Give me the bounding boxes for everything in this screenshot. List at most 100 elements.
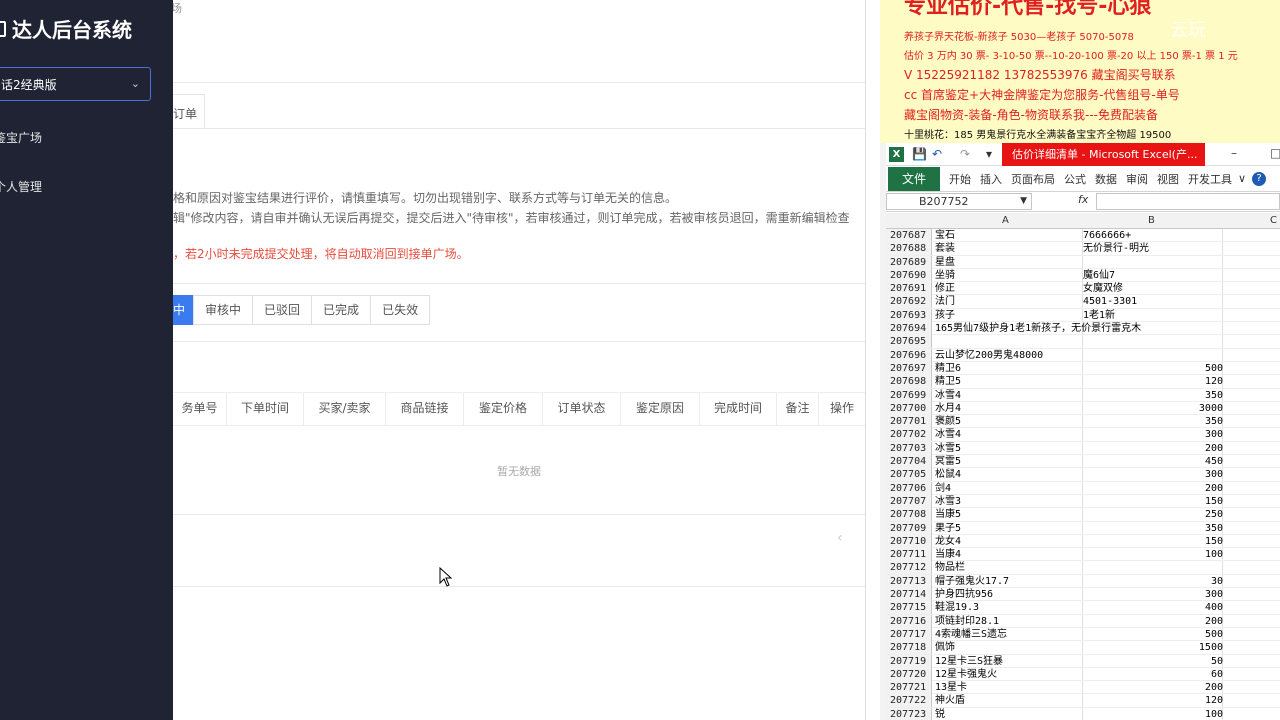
ribbon-tab-developer[interactable]: 开发工具: [1188, 171, 1232, 187]
row-number[interactable]: 207696: [886, 348, 932, 362]
row-number[interactable]: 207700: [886, 401, 932, 415]
table-row[interactable]: 207714 护身四抗956 300: [886, 588, 1280, 602]
row-number[interactable]: 207707: [886, 494, 932, 508]
table-row[interactable]: 207700 水月4 3000: [886, 401, 1280, 416]
cell-a[interactable]: 松鼠4: [935, 468, 1081, 481]
cell-b[interactable]: 120: [1083, 694, 1223, 707]
table-row[interactable]: 207710 龙女4 150: [886, 534, 1280, 549]
row-number[interactable]: 207688: [886, 242, 932, 256]
row-number[interactable]: 207705: [886, 468, 932, 482]
pager-prev-button[interactable]: ‹: [837, 530, 843, 546]
row-number[interactable]: 207703: [886, 441, 932, 455]
cell-a[interactable]: 精卫5: [935, 375, 1081, 388]
cell-a[interactable]: 剑4: [935, 482, 1081, 495]
row-number[interactable]: 207693: [886, 308, 932, 322]
cell-b[interactable]: 350: [1083, 389, 1223, 402]
cell-b[interactable]: 200: [1083, 681, 1223, 694]
fx-icon[interactable]: fx: [1078, 193, 1088, 206]
table-row[interactable]: 207723 锐 100: [886, 707, 1280, 720]
table-row[interactable]: 207690 坐骑 魔6仙7: [886, 268, 1280, 283]
table-row[interactable]: 207697 精卫6 500: [886, 361, 1280, 376]
table-row[interactable]: 207689 星盘: [886, 255, 1280, 269]
cell-a[interactable]: 锐: [935, 708, 1081, 720]
row-number[interactable]: 207690: [886, 268, 932, 282]
filter-rejected[interactable]: 已驳回: [252, 295, 313, 325]
table-row[interactable]: 207713 帽子强鬼火17.7 30: [886, 574, 1280, 589]
cell-a[interactable]: 果子5: [935, 522, 1081, 535]
table-row[interactable]: 207688 套装 无价景行-明光: [886, 242, 1280, 256]
filter-reviewing[interactable]: 审核中: [193, 295, 254, 325]
table-row[interactable]: 207702 冰雪4 300: [886, 428, 1280, 442]
cell-b[interactable]: 1500: [1083, 641, 1223, 654]
ribbon-tab-formulas[interactable]: 公式: [1064, 171, 1086, 187]
cell-a[interactable]: 佩饰: [935, 641, 1081, 654]
cell-b[interactable]: 30: [1083, 575, 1223, 588]
cell-a[interactable]: 鞋混19.3: [935, 601, 1081, 614]
cell-a[interactable]: 项链封印28.1: [935, 615, 1081, 628]
cell-b[interactable]: 350: [1083, 522, 1223, 535]
row-number[interactable]: 207714: [886, 588, 932, 602]
ribbon-collapse-icon[interactable]: ∨: [1238, 172, 1246, 185]
help-icon[interactable]: ?: [1252, 171, 1267, 186]
table-row[interactable]: 207691 修正 女魔双修: [886, 282, 1280, 296]
cell-a[interactable]: 冰雪5: [935, 442, 1081, 455]
table-row[interactable]: 207711 当康4 100: [886, 548, 1280, 562]
cell-a[interactable]: 冰雪4: [935, 428, 1081, 441]
cell-a[interactable]: 法门: [935, 295, 1081, 308]
table-row[interactable]: 207703 冰雪5 200: [886, 441, 1280, 456]
cell-a[interactable]: 孩子: [935, 309, 1081, 322]
row-number[interactable]: 207706: [886, 481, 932, 495]
row-number[interactable]: 207698: [886, 375, 932, 389]
cell-a[interactable]: 水月4: [935, 402, 1081, 415]
cell-b[interactable]: 100: [1083, 548, 1223, 561]
cell-b[interactable]: 300: [1083, 428, 1223, 441]
cell-b[interactable]: 300: [1083, 588, 1223, 601]
quick-access-dropdown-icon[interactable]: ▾: [986, 147, 992, 161]
tab-orders[interactable]: 订单: [173, 94, 205, 128]
table-row[interactable]: 207705 松鼠4 300: [886, 468, 1280, 482]
col-header-b[interactable]: B: [1148, 215, 1155, 226]
table-row[interactable]: 207696 云山梦忆200男鬼48000: [886, 348, 1280, 362]
cell-b[interactable]: 150: [1083, 535, 1223, 548]
cell-b[interactable]: 4501-3301: [1083, 295, 1223, 308]
breadcrumb[interactable]: 场: [173, 0, 182, 16]
row-number[interactable]: 207697: [886, 361, 932, 375]
cell-b[interactable]: 女魔双修: [1083, 282, 1223, 295]
cell-a[interactable]: 12星卡强鬼火: [935, 668, 1081, 681]
cell-a[interactable]: 坐骑: [935, 269, 1081, 282]
table-row[interactable]: 207695: [886, 335, 1280, 349]
sidebar-item-personal[interactable]: 个人管理: [0, 178, 42, 195]
row-number[interactable]: 207721: [886, 681, 932, 695]
table-row[interactable]: 207719 12星卡三S狂暴 50: [886, 654, 1280, 668]
table-row[interactable]: 207693 孩子 1老1新: [886, 308, 1280, 323]
ribbon-tab-review[interactable]: 审阅: [1126, 171, 1148, 187]
filter-completed[interactable]: 已完成: [311, 295, 372, 325]
sidebar-item-appraisal-square[interactable]: 鉴宝广场: [0, 129, 42, 146]
row-number[interactable]: 207719: [886, 654, 932, 668]
table-row[interactable]: 207701 褒颜5 350: [886, 415, 1280, 429]
row-number[interactable]: 207710: [886, 534, 932, 548]
cell-b[interactable]: 300: [1083, 468, 1223, 481]
cell-a[interactable]: 神火盾: [935, 694, 1081, 707]
cell-b[interactable]: 魔6仙7: [1083, 269, 1223, 282]
row-number[interactable]: 207704: [886, 455, 932, 469]
cell-b[interactable]: 250: [1083, 508, 1223, 521]
row-number[interactable]: 207717: [886, 627, 932, 641]
row-number[interactable]: 207709: [886, 521, 932, 535]
table-row[interactable]: 207709 果子5 350: [886, 521, 1280, 535]
table-row[interactable]: 207715 鞋混19.3 400: [886, 601, 1280, 615]
table-row[interactable]: 207692 法门 4501-3301: [886, 295, 1280, 309]
cell-a[interactable]: 褒颜5: [935, 415, 1081, 428]
row-number[interactable]: 207687: [886, 229, 932, 242]
table-row[interactable]: 207694 165男仙7级护身1老1新孩子，无价景行雷克木: [886, 322, 1280, 336]
row-number[interactable]: 207711: [886, 548, 932, 562]
formula-input[interactable]: [1096, 193, 1280, 210]
table-row[interactable]: 207717 4索魂幡三S遗忘 500: [886, 627, 1280, 642]
cell-a[interactable]: 云山梦忆200男鬼48000: [935, 349, 1081, 362]
cell-b[interactable]: 120: [1083, 375, 1223, 388]
row-number[interactable]: 207713: [886, 574, 932, 588]
cell-b[interactable]: 50: [1083, 655, 1223, 668]
name-box[interactable]: B207752 ▼: [886, 193, 1032, 210]
row-number[interactable]: 207718: [886, 641, 932, 655]
cell-a[interactable]: 星盘: [935, 256, 1081, 269]
